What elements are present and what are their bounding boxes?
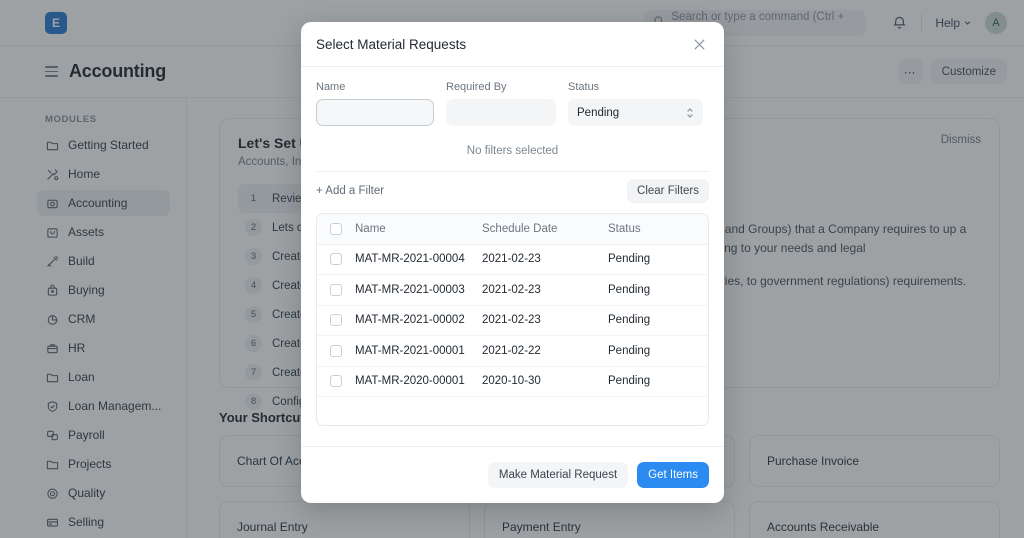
table-row[interactable]: MAT-MR-2021-000032021-02-23Pending <box>317 275 708 306</box>
cell-schedule-date: 2021-02-23 <box>482 284 608 296</box>
table-row[interactable]: MAT-MR-2021-000022021-02-23Pending <box>317 306 708 337</box>
cell-name: MAT-MR-2020-00001 <box>355 375 482 387</box>
checkbox-icon <box>330 314 342 326</box>
filter-status-field: Status Pending <box>568 81 703 126</box>
filter-name-field: Name <box>316 81 434 126</box>
row-checkbox[interactable] <box>317 345 355 357</box>
filter-name-label: Name <box>316 81 434 93</box>
get-items-button[interactable]: Get Items <box>637 462 709 488</box>
cell-schedule-date: 2021-02-23 <box>482 314 608 326</box>
column-header-status: Status <box>608 223 708 235</box>
search-input-name[interactable] <box>316 99 434 126</box>
filter-status-label: Status <box>568 81 703 93</box>
cell-status: Pending <box>608 375 708 387</box>
checkbox-icon <box>330 345 342 357</box>
table-body: MAT-MR-2021-000042021-02-23PendingMAT-MR… <box>317 245 708 398</box>
checkbox-icon <box>330 284 342 296</box>
cell-name: MAT-MR-2021-00004 <box>355 253 482 265</box>
column-header-name: Name <box>355 223 482 235</box>
checkbox-icon <box>330 223 342 235</box>
status-select-wrap: Pending <box>568 99 703 126</box>
make-material-request-button[interactable]: Make Material Request <box>488 462 628 488</box>
cell-status: Pending <box>608 284 708 296</box>
row-checkbox[interactable] <box>317 284 355 296</box>
app-root: E Search or type a command (Ctrl + G) <box>0 0 1024 538</box>
checkbox-icon <box>330 253 342 265</box>
select-material-requests-dialog: Select Material Requests Name Required B… <box>301 22 724 503</box>
table-row[interactable]: MAT-MR-2020-000012020-10-30Pending <box>317 367 708 398</box>
clear-filters-button[interactable]: Clear Filters <box>627 179 709 203</box>
cell-schedule-date: 2021-02-22 <box>482 345 608 357</box>
table-row[interactable]: MAT-MR-2021-000012021-02-22Pending <box>317 336 708 367</box>
cell-status: Pending <box>608 314 708 326</box>
cell-name: MAT-MR-2021-00002 <box>355 314 482 326</box>
modal-header: Select Material Requests <box>301 22 724 67</box>
modal-body: Name Required By Status Pending <box>301 67 724 446</box>
row-checkbox[interactable] <box>317 375 355 387</box>
material-requests-table: Name Schedule Date Status MAT-MR-2021-00… <box>316 213 709 426</box>
cell-schedule-date: 2020-10-30 <box>482 375 608 387</box>
modal-title: Select Material Requests <box>316 37 466 52</box>
row-checkbox[interactable] <box>317 314 355 326</box>
cell-name: MAT-MR-2021-00003 <box>355 284 482 296</box>
column-header-schedule-date: Schedule Date <box>482 223 608 235</box>
row-checkbox[interactable] <box>317 253 355 265</box>
no-filters-text: No filters selected <box>316 145 709 157</box>
filter-required-by-field: Required By <box>446 81 556 126</box>
status-select[interactable]: Pending <box>568 99 703 126</box>
select-all-checkbox[interactable] <box>317 223 355 235</box>
add-filter-button[interactable]: + Add a Filter <box>316 185 384 197</box>
cell-schedule-date: 2021-02-23 <box>482 253 608 265</box>
modal-footer: Make Material Request Get Items <box>301 446 724 503</box>
cell-status: Pending <box>608 253 708 265</box>
filter-actions: + Add a Filter Clear Filters <box>316 172 709 210</box>
search-input-required-by[interactable] <box>446 99 556 126</box>
table-header-row: Name Schedule Date Status <box>317 214 708 245</box>
close-icon[interactable] <box>688 33 710 55</box>
cell-name: MAT-MR-2021-00001 <box>355 345 482 357</box>
table-row[interactable]: MAT-MR-2021-000042021-02-23Pending <box>317 245 708 276</box>
cell-status: Pending <box>608 345 708 357</box>
filter-row: Name Required By Status Pending <box>316 81 709 126</box>
filter-required-by-label: Required By <box>446 81 556 93</box>
checkbox-icon <box>330 375 342 387</box>
